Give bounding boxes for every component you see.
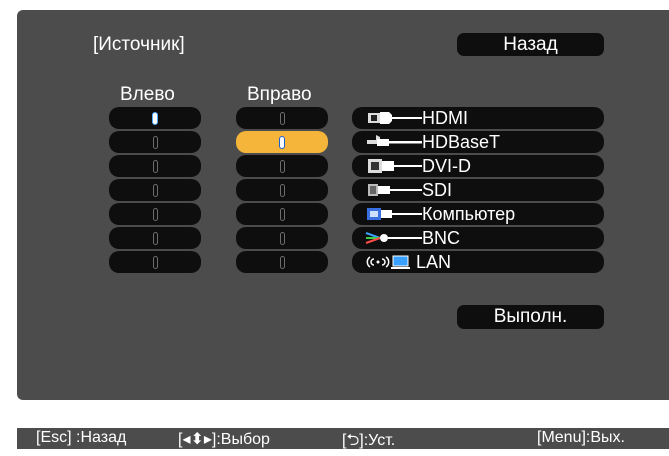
source-row-sdi: SDI xyxy=(352,179,604,201)
left-radio-hdbaset xyxy=(152,135,158,149)
left-slot-sdi[interactable] xyxy=(109,179,201,201)
right-slot-dvi[interactable] xyxy=(236,155,328,177)
right-slot-lan[interactable] xyxy=(236,251,328,273)
source-label-bnc: BNC xyxy=(422,227,461,248)
lan-wireless-icon xyxy=(366,255,410,269)
right-radio-lan xyxy=(279,255,285,269)
sdi-port-icon xyxy=(368,184,422,196)
source-row-bnc: BNC xyxy=(352,227,604,249)
right-radio-hdbaset xyxy=(279,135,285,149)
source-label-sdi: SDI xyxy=(422,179,453,200)
hdbaset-port-icon xyxy=(367,135,422,146)
left-radio-sdi xyxy=(152,183,158,197)
left-radio-bnc xyxy=(152,231,158,245)
source-row-dvi: DVI-D xyxy=(352,155,604,177)
source-row-hdbaset: HDBaseT xyxy=(352,131,604,153)
dialog-title: [Источник] xyxy=(93,34,185,55)
source-label-hdmi: HDMI xyxy=(422,107,468,128)
right-slot-hdbaset[interactable] xyxy=(236,131,328,153)
left-slot-computer[interactable] xyxy=(109,203,201,225)
computer-port-icon xyxy=(367,208,422,220)
left-column-label: Влево xyxy=(120,84,175,105)
right-radio-hdmi xyxy=(279,111,285,125)
right-slot-computer[interactable] xyxy=(236,203,328,225)
right-slot-hdmi[interactable] xyxy=(236,107,328,129)
help-menu: [Menu]:Вых. xyxy=(537,429,625,446)
right-radio-bnc xyxy=(279,231,285,245)
left-slot-lan[interactable] xyxy=(109,251,201,273)
left-radio-dvi xyxy=(152,159,158,173)
right-slot-bnc[interactable] xyxy=(236,227,328,249)
left-radio-computer xyxy=(152,207,158,221)
left-slot-dvi[interactable] xyxy=(109,155,201,177)
left-radio-hdmi xyxy=(152,111,158,125)
bnc-port-icon xyxy=(365,232,422,244)
source-label-lan: LAN xyxy=(416,251,452,272)
right-radio-dvi xyxy=(279,159,285,173)
source-row-lan: LAN xyxy=(352,251,604,273)
execute-button[interactable]: Выполн. xyxy=(457,305,604,329)
hdmi-port-icon xyxy=(368,112,422,124)
help-bar: [Esc] :Назад [◂⬍▸]:Выбор [⮌]:Уст. [Menu]… xyxy=(17,428,669,449)
source-label-hdbaset: HDBaseT xyxy=(422,131,501,152)
right-slot-sdi[interactable] xyxy=(236,179,328,201)
back-button[interactable]: Назад xyxy=(457,33,604,56)
left-slot-bnc[interactable] xyxy=(109,227,201,249)
help-set: [⮌]:Уст. xyxy=(342,432,396,449)
right-radio-sdi xyxy=(279,183,285,197)
left-slot-hdbaset[interactable] xyxy=(109,131,201,153)
left-radio-lan xyxy=(152,255,158,269)
dvi-port-icon xyxy=(368,159,422,173)
right-radio-computer xyxy=(279,207,285,221)
source-row-hdmi: HDMI xyxy=(352,107,604,129)
left-slot-hdmi[interactable] xyxy=(109,107,201,129)
source-row-computer: Компьютер xyxy=(352,203,604,225)
source-label-computer: Компьютер xyxy=(422,203,516,224)
right-column-label: Вправо xyxy=(247,84,312,105)
help-esc: [Esc] :Назад xyxy=(36,429,127,446)
help-select: [◂⬍▸]:Выбор xyxy=(178,431,270,448)
source-label-dvi: DVI-D xyxy=(422,155,471,176)
